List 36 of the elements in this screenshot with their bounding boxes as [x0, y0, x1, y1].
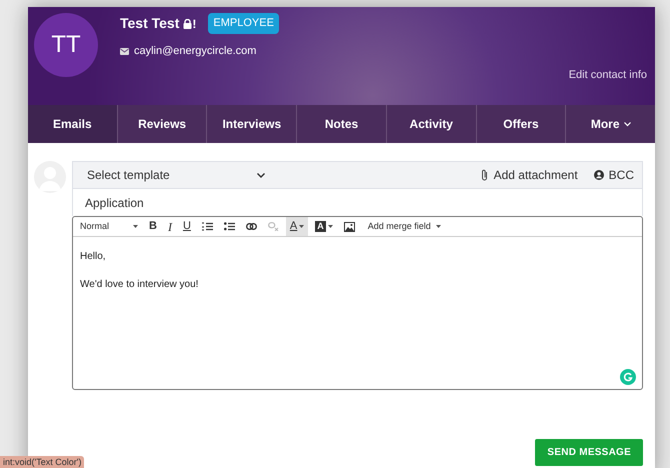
text-color-button[interactable]: A — [286, 217, 308, 236]
employee-badge: EMPLOYEE — [208, 13, 279, 34]
person-icon — [594, 170, 604, 180]
merge-field-dropdown[interactable]: Add merge field — [368, 220, 441, 234]
edit-contact-link[interactable]: Edit contact info — [568, 67, 647, 84]
caret-icon — [328, 225, 333, 228]
tab[interactable]: Emails — [28, 105, 117, 143]
numbered-list-icon — [202, 222, 213, 231]
background-color-button[interactable]: A — [311, 217, 337, 236]
contact-email: caylin@energycircle.com — [134, 44, 256, 59]
bold-button[interactable]: B — [145, 217, 161, 236]
caret-icon — [133, 225, 138, 228]
bullet-list-icon — [224, 222, 235, 231]
mail-icon — [120, 48, 129, 55]
chevron-icon — [257, 172, 265, 178]
italic-button[interactable]: I — [164, 217, 176, 236]
chevron-icon — [624, 122, 630, 126]
format-dropdown[interactable]: Normal — [80, 220, 142, 234]
message-line: We'd love to interview you! — [80, 278, 200, 292]
message-editor[interactable]: Hello, We'd love to interview you! — [73, 237, 642, 389]
add-attachment-button[interactable]: Add attachment — [480, 166, 578, 184]
unlink-icon — [268, 222, 279, 231]
caret-icon — [436, 225, 441, 228]
paperclip-icon — [480, 169, 488, 181]
lock-indicator: ! — [183, 14, 196, 32]
template-dropdown[interactable]: Select template — [87, 166, 265, 184]
message-line: Hello, — [80, 250, 107, 264]
subject-field[interactable]: Application — [72, 189, 643, 216]
avatar: TT — [34, 13, 98, 77]
caret-icon — [299, 225, 304, 228]
bcc-button[interactable]: BCC — [594, 166, 634, 184]
status-tooltip: int:void('Text Color') — [0, 456, 84, 468]
link-icon — [246, 223, 257, 230]
contact-name: Test Test — [120, 14, 180, 33]
underline-button[interactable]: U — [178, 217, 195, 236]
image-icon — [344, 222, 355, 232]
